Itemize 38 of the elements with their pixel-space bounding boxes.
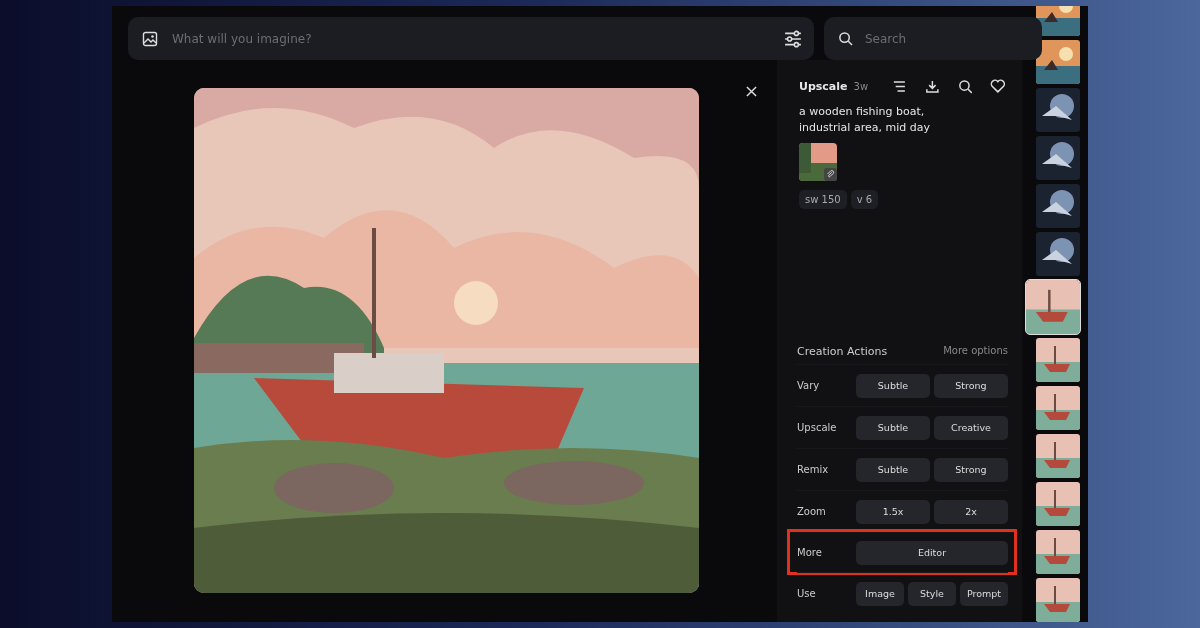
- action-label: Use: [797, 588, 817, 599]
- heart-icon[interactable]: [990, 78, 1006, 94]
- paperclip-icon: [824, 168, 837, 181]
- close-icon[interactable]: [746, 86, 757, 97]
- action-button[interactable]: Subtle: [856, 457, 930, 482]
- action-label: Remix: [797, 464, 830, 475]
- more-options-link[interactable]: More options: [943, 345, 1008, 358]
- section-heading: Creation Actions: [797, 345, 888, 358]
- prompt-text: a wooden fishing boat, industrial area, mid day: [799, 104, 931, 136]
- prompt-field[interactable]: What will you imagine?: [170, 30, 772, 47]
- search-field[interactable]: Search: [863, 30, 1028, 47]
- search-bar[interactable]: Search: [824, 17, 1042, 60]
- action-button[interactable]: Creative: [934, 415, 1008, 440]
- search-icon[interactable]: [957, 78, 973, 94]
- parameter-tag: sw 150: [799, 190, 847, 209]
- action-button[interactable]: Style: [908, 581, 956, 606]
- search-icon: [838, 31, 853, 46]
- action-button[interactable]: Subtle: [856, 373, 930, 398]
- action-label: Vary: [797, 380, 821, 391]
- parameter-tag: v 6: [850, 190, 879, 209]
- action-button[interactable]: Subtle: [856, 415, 930, 440]
- age-label: 3w: [853, 80, 869, 92]
- action-label: Upscale: [797, 422, 838, 433]
- job-title: Upscale: [799, 79, 848, 93]
- action-button[interactable]: 1.5x: [856, 499, 930, 524]
- action-button[interactable]: 2x: [934, 499, 1008, 524]
- download-icon[interactable]: [924, 78, 940, 94]
- action-button[interactable]: Strong: [934, 457, 1008, 482]
- action-label: Zoom: [797, 506, 827, 517]
- menu-icon[interactable]: [892, 78, 907, 94]
- image-icon: [142, 30, 158, 47]
- action-label: More: [797, 547, 823, 558]
- prompt-bar[interactable]: What will you imagine?: [128, 17, 814, 60]
- action-button[interactable]: Prompt: [960, 581, 1008, 606]
- action-button[interactable]: Editor: [856, 540, 1008, 565]
- action-button[interactable]: Image: [856, 581, 904, 606]
- settings-icon[interactable]: [784, 29, 802, 48]
- action-button[interactable]: Strong: [934, 373, 1008, 398]
